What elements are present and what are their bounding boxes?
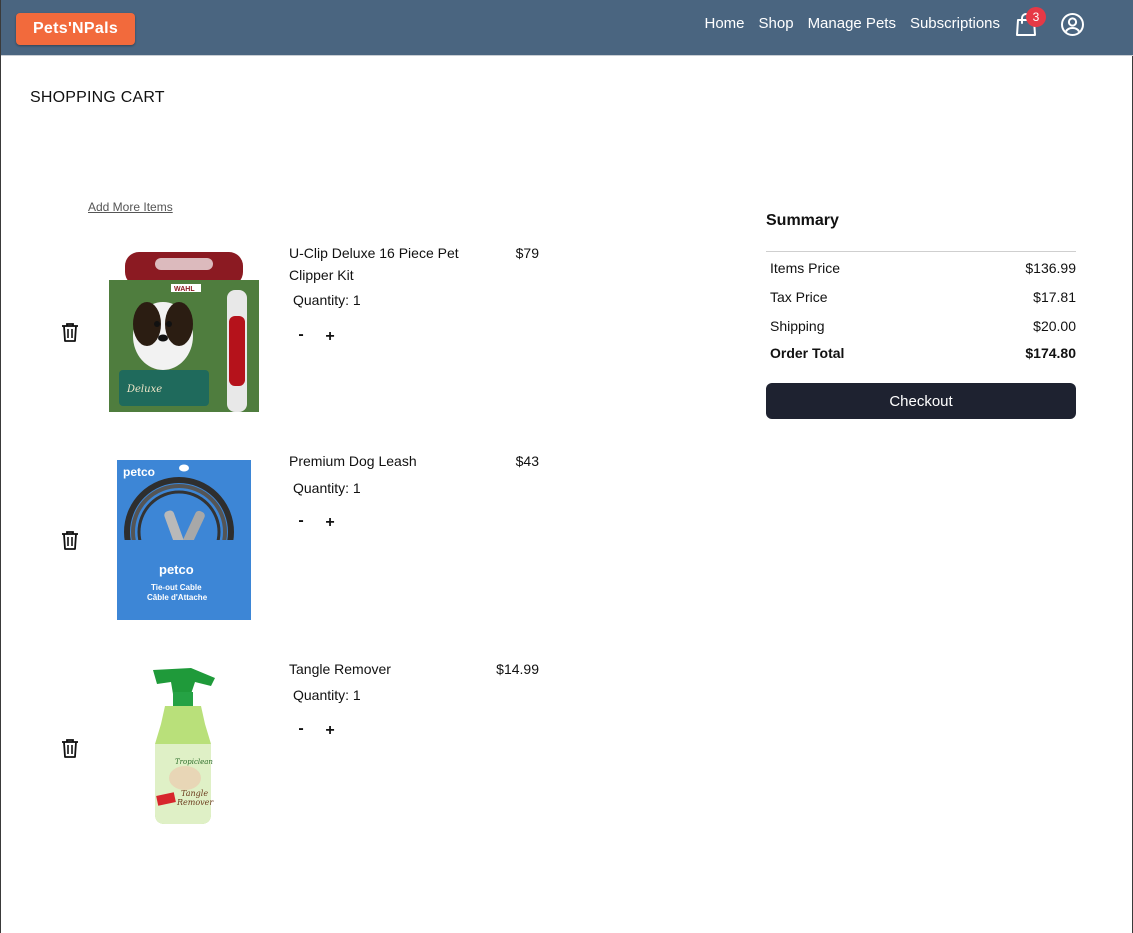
order-total-label: Order Total [770,345,845,361]
nav-link-shop[interactable]: Shop [759,15,794,33]
svg-text:Tie-out Cable: Tie-out Cable [151,583,202,592]
nav-link-home[interactable]: Home [705,15,745,33]
checkout-button[interactable]: Checkout [766,383,1076,419]
cart-item-name: U-Clip Deluxe 16 Piece Pet Clipper Kit [289,245,459,283]
decrease-quantity-button[interactable]: - [294,326,308,344]
svg-text:Deluxe: Deluxe [126,384,162,395]
trash-icon[interactable] [61,322,79,342]
cart-count-badge: 3 [1026,7,1046,27]
add-more-items-link[interactable]: Add More Items [88,200,173,214]
summary-label: Tax Price [770,288,828,305]
cart-item: petco petco Tie-out Cable Câble d'Attach… [1,450,561,640]
decrease-quantity-button[interactable]: - [294,720,308,738]
user-circle-icon[interactable] [1060,12,1085,37]
increase-quantity-button[interactable]: + [323,722,337,740]
order-total-value: $174.80 [1025,345,1076,361]
cart-item: Deluxe WAHL U-Clip Deluxe 16 Piece Pet C… [1,240,561,430]
summary-row-items-price: Items Price $136.99 [766,253,1076,282]
summary-row-order-total: Order Total $174.80 [766,340,1076,366]
cart-item-name: Premium Dog Leash [289,453,417,469]
summary-rows: Items Price $136.99 Tax Price $17.81 Shi… [766,253,1076,366]
trash-icon[interactable] [61,738,79,758]
summary-label: Items Price [770,259,841,276]
summary-row-shipping: Shipping $20.00 [766,311,1076,340]
order-summary-panel: Summary Items Price $136.99 Tax Price $1… [766,212,1076,419]
cart-item-quantity: Quantity: 1 [293,687,361,703]
svg-text:petco: petco [123,465,155,479]
svg-text:Tropiclean: Tropiclean [175,758,213,766]
brand-logo[interactable]: Pets'NPals [16,13,135,45]
cart-item-name: Tangle Remover [289,661,391,677]
svg-text:petco: petco [159,562,194,577]
svg-text:Tangle: Tangle [181,789,208,798]
cart-item-quantity: Quantity: 1 [293,480,361,496]
product-image-tangle-remover: Tropiclean Tangle Remover [107,664,261,829]
summary-title: Summary [766,212,1076,252]
decrease-quantity-button[interactable]: - [294,512,308,530]
increase-quantity-button[interactable]: + [323,514,337,532]
product-image-dog-leash: petco petco Tie-out Cable Câble d'Attach… [107,458,261,623]
summary-row-tax-price: Tax Price $17.81 [766,282,1076,311]
trash-icon[interactable] [61,530,79,550]
nav-links: Home Shop Manage Pets Subscriptions [691,15,1001,33]
cart-item-price: $79 [515,245,539,261]
svg-text:WAHL: WAHL [174,286,195,293]
page-title: SHOPPING CART [30,89,165,106]
increase-quantity-button[interactable]: + [323,328,337,346]
top-navbar: Pets'NPals Home Shop Manage Pets Subscri… [1,0,1133,56]
summary-value: $20.00 [1033,317,1076,334]
product-image-clipper-kit: Deluxe WAHL [107,250,261,415]
nav-link-subscriptions[interactable]: Subscriptions [910,15,1000,33]
svg-text:Remover: Remover [176,798,214,807]
cart-item-quantity: Quantity: 1 [293,292,361,308]
cart-item: Tropiclean Tangle Remover Tangle Remover… [1,658,561,848]
cart-item-price: $14.99 [496,661,539,677]
summary-value: $17.81 [1033,288,1076,305]
svg-text:Câble d'Attache: Câble d'Attache [147,593,208,602]
summary-label: Shipping [770,317,825,334]
nav-link-manage-pets[interactable]: Manage Pets [808,15,896,33]
cart-item-price: $43 [515,453,539,469]
summary-value: $136.99 [1025,259,1076,276]
